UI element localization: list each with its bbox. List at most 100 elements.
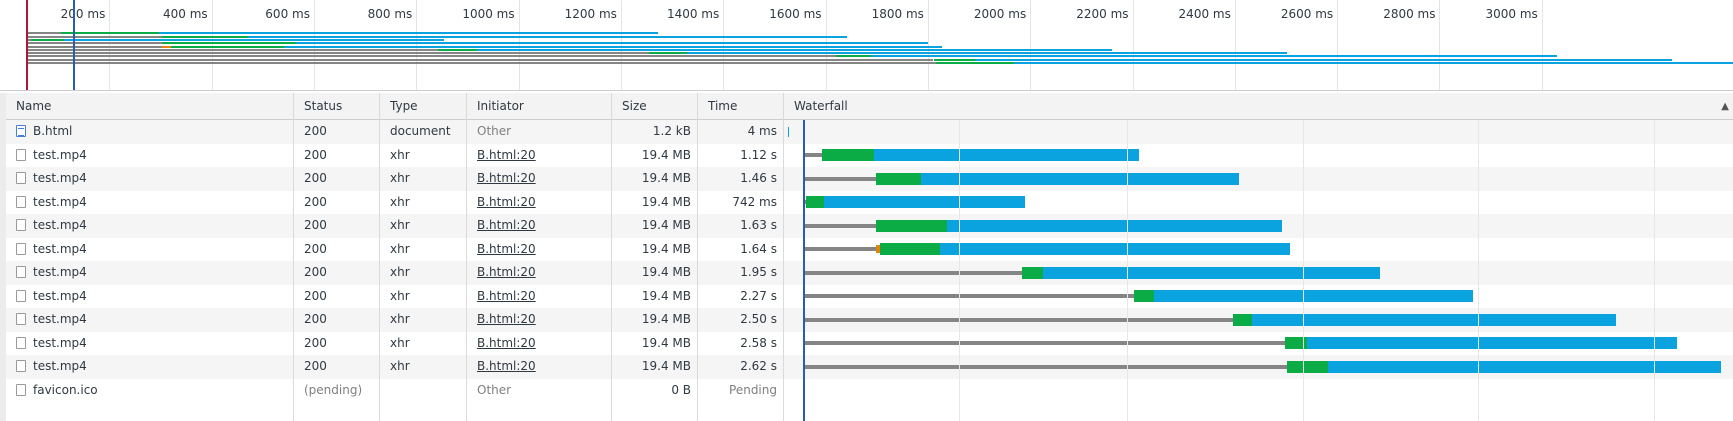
overview-tick-label: 400 ms (162, 7, 208, 21)
waterfall-bar[interactable] (784, 214, 1733, 238)
column-divider[interactable] (697, 93, 698, 421)
cell-initiator[interactable]: B.html:20 (472, 144, 611, 168)
cell-status: 200 (304, 288, 327, 303)
cell-name[interactable]: test.mp4 (11, 191, 293, 215)
cell-initiator[interactable]: B.html:20 (472, 285, 611, 309)
cell-size: 19.4 MB (641, 171, 691, 185)
overview-waiting-bar (28, 32, 62, 35)
cell-name[interactable]: test.mp4 (11, 144, 293, 168)
cell-initiator[interactable]: B.html:20 (472, 332, 611, 356)
waterfall-bar[interactable] (784, 332, 1733, 356)
overview-download-bar (248, 35, 848, 38)
table-row[interactable]: favicon.ico (pending) Other 0 B Pending (6, 379, 1733, 403)
cell-size: 19.4 MB (641, 312, 691, 326)
column-header-initiator[interactable]: Initiator (472, 93, 617, 120)
waterfall-waiting-segment (804, 223, 876, 228)
file-icon (16, 219, 26, 231)
cell-time: 1.95 s (740, 265, 777, 279)
column-divider[interactable] (293, 93, 294, 421)
waterfall-download-segment (1042, 266, 1380, 279)
waterfall-bar[interactable] (784, 238, 1733, 262)
waterfall-ttfb-segment (880, 243, 941, 256)
cell-initiator[interactable]: B.html:20 (472, 191, 611, 215)
column-divider[interactable] (783, 93, 784, 421)
waterfall-gridline (1127, 120, 1128, 421)
waterfall-bar[interactable] (784, 167, 1733, 191)
request-name: test.mp4 (33, 335, 87, 350)
overview-tick-label: 1200 ms (564, 7, 617, 21)
cell-initiator[interactable]: B.html:20 (472, 308, 611, 332)
waterfall-waiting-segment (804, 270, 1023, 275)
waterfall-bar[interactable] (784, 144, 1733, 168)
cell-initiator[interactable]: B.html:20 (472, 214, 611, 238)
cell-initiator[interactable]: B.html:20 (472, 355, 611, 379)
column-divider[interactable] (611, 93, 612, 421)
overview-download-bar (1013, 62, 1733, 64)
cell-name[interactable]: favicon.ico (11, 379, 293, 403)
column-header-name[interactable]: Name (11, 93, 299, 120)
table-row[interactable]: test.mp4 200 xhr B.html:20 19.4 MB 1.63 s (6, 214, 1733, 238)
cell-status: 200 (304, 359, 327, 373)
cell-name[interactable]: test.mp4 (11, 167, 293, 191)
overview-download-bar (283, 45, 943, 48)
cell-initiator[interactable]: B.html:20 (472, 238, 611, 262)
column-header-type[interactable]: Type (385, 93, 472, 120)
waterfall-gridline (1478, 120, 1479, 421)
cell-time: 2.58 s (740, 335, 777, 350)
cell-name[interactable]: test.mp4 (11, 332, 293, 356)
table-row[interactable]: test.mp4 200 xhr B.html:20 19.4 MB 2.62 s (6, 355, 1733, 379)
cell-name[interactable]: test.mp4 (11, 238, 293, 262)
waterfall-ttfb-segment (875, 172, 922, 185)
cell-type: xhr (390, 359, 410, 373)
waterfall-bar[interactable] (784, 285, 1733, 309)
cell-time: 4 ms (747, 124, 777, 138)
cell-initiator[interactable]: B.html:20 (472, 167, 611, 191)
request-name: test.mp4 (33, 194, 87, 209)
table-row[interactable]: test.mp4 200 xhr B.html:20 19.4 MB 1.12 s (6, 144, 1733, 168)
column-header-status[interactable]: Status (299, 93, 385, 120)
sort-ascending-icon[interactable]: ▲ (1721, 93, 1729, 120)
cell-name[interactable]: test.mp4 (11, 308, 293, 332)
overview-download-bar (295, 42, 928, 45)
overview-ttfb-bar (437, 48, 477, 51)
waterfall-bar[interactable] (784, 191, 1733, 215)
table-row[interactable]: test.mp4 200 xhr B.html:20 19.4 MB 742 ms (6, 191, 1733, 215)
cell-name[interactable]: test.mp4 (11, 355, 293, 379)
column-header-waterfall[interactable]: Waterfall (789, 93, 1729, 120)
waterfall-waiting-segment (804, 317, 1234, 322)
table-row[interactable]: test.mp4 200 xhr B.html:20 19.4 MB 2.58 s (6, 332, 1733, 356)
overview-timeline[interactable]: 200 ms 400 ms 600 ms 800 ms 1000 ms 1200 ms 14… (0, 0, 1733, 91)
waterfall-download-segment (1327, 360, 1722, 373)
table-row[interactable]: test.mp4 200 xhr B.html:20 19.4 MB 1.46 s (6, 167, 1733, 191)
cell-name[interactable]: B.html (11, 120, 293, 144)
waterfall-gridline (959, 120, 960, 421)
file-icon (16, 289, 26, 302)
cell-name[interactable]: test.mp4 (11, 214, 293, 238)
cell-type: xhr (390, 312, 410, 326)
column-header-size[interactable]: Size (617, 93, 703, 120)
waterfall-bar[interactable] (784, 355, 1733, 379)
cell-size: 19.4 MB (641, 288, 691, 303)
waterfall-bar[interactable] (784, 261, 1733, 285)
cell-status: (pending) (304, 382, 363, 397)
cell-name[interactable]: test.mp4 (11, 261, 293, 285)
column-divider[interactable] (466, 93, 467, 421)
cell-time: 1.63 s (740, 218, 777, 232)
waterfall-bar[interactable] (784, 379, 1733, 403)
table-row[interactable]: test.mp4 200 xhr B.html:20 19.4 MB 1.95 s (6, 261, 1733, 285)
waterfall-ttfb-segment (822, 149, 875, 162)
column-divider[interactable] (379, 93, 380, 421)
table-row[interactable]: test.mp4 200 xhr B.html:20 19.4 MB 1.64 s (6, 238, 1733, 262)
request-name: test.mp4 (33, 171, 87, 185)
table-row[interactable]: B.html 200 document Other 1.2 kB 4 ms (6, 120, 1733, 144)
column-header-time[interactable]: Time (703, 93, 789, 120)
table-row[interactable]: test.mp4 200 xhr B.html:20 19.4 MB 2.50 s (6, 308, 1733, 332)
table-row[interactable]: test.mp4 200 xhr B.html:20 19.4 MB 2.27 s (6, 285, 1733, 309)
waterfall-bar[interactable] (784, 120, 1733, 144)
waterfall-bar[interactable] (784, 308, 1733, 332)
waterfall-download-segment (1252, 313, 1616, 326)
cell-initiator[interactable]: B.html:20 (472, 261, 611, 285)
cell-size: 19.4 MB (641, 147, 691, 162)
cell-name[interactable]: test.mp4 (11, 285, 293, 309)
overview-waiting-bar (28, 58, 934, 61)
